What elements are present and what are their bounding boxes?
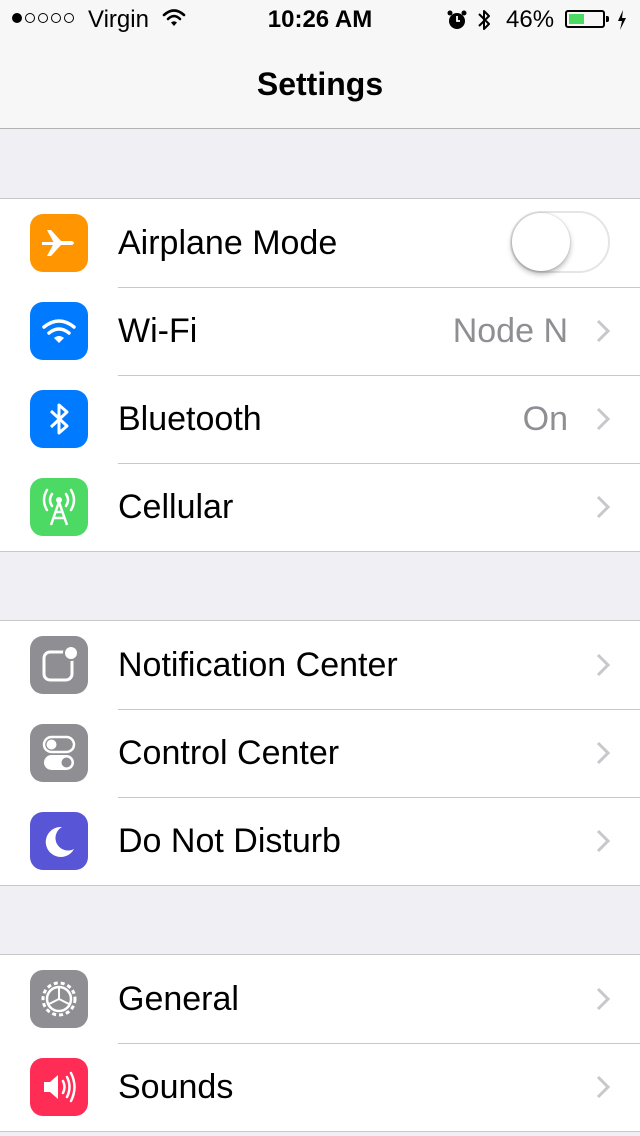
- row-label: Airplane Mode: [118, 224, 338, 262]
- chevron-right-icon: [596, 741, 610, 765]
- row-label: General: [118, 980, 239, 1018]
- row-bluetooth[interactable]: Bluetooth On: [0, 375, 640, 463]
- alarm-icon: [447, 10, 467, 29]
- row-do-not-disturb[interactable]: Do Not Disturb: [0, 797, 640, 885]
- cellular-antenna-icon: [30, 478, 88, 536]
- gear-icon: [30, 970, 88, 1028]
- page-title: Settings: [256, 66, 384, 102]
- row-general[interactable]: General: [0, 955, 640, 1043]
- chevron-right-icon: [596, 829, 610, 853]
- chevron-right-icon: [596, 653, 610, 677]
- bluetooth-status: On: [522, 400, 568, 438]
- row-notification-center[interactable]: Notification Center: [0, 621, 640, 709]
- battery-fill: [569, 14, 584, 24]
- bluetooth-icon: [30, 390, 88, 448]
- settings-group-connectivity: Airplane Mode Wi-Fi Node N Bluetooth On: [0, 198, 640, 552]
- chevron-right-icon: [596, 1075, 610, 1099]
- control-center-icon: [30, 724, 88, 782]
- row-label: Bluetooth: [118, 400, 262, 438]
- row-label: Do Not Disturb: [118, 822, 341, 860]
- battery-icon: [565, 10, 609, 28]
- wifi-network-name: Node N: [452, 312, 568, 350]
- settings-group-general: General Sounds: [0, 954, 640, 1132]
- charging-bolt-icon: [618, 10, 626, 30]
- status-bar: Virgin 10:26 AM 46%: [0, 0, 640, 40]
- row-label: Wi-Fi: [118, 312, 198, 350]
- top-bar: Virgin 10:26 AM 46% Settings: [0, 0, 640, 129]
- row-sounds[interactable]: Sounds: [0, 1043, 640, 1131]
- airplane-icon: [30, 214, 88, 272]
- chevron-right-icon: [596, 495, 610, 519]
- chevron-right-icon: [596, 319, 610, 343]
- settings-group-centers: Notification Center Control Center Do No…: [0, 620, 640, 886]
- row-control-center[interactable]: Control Center: [0, 709, 640, 797]
- row-airplane-mode[interactable]: Airplane Mode: [0, 199, 640, 287]
- row-label: Cellular: [118, 488, 234, 526]
- speaker-icon: [30, 1058, 88, 1116]
- row-label: Sounds: [118, 1068, 234, 1106]
- row-wifi[interactable]: Wi-Fi Node N: [0, 287, 640, 375]
- moon-icon: [30, 812, 88, 870]
- airplane-mode-toggle[interactable]: [510, 211, 610, 273]
- row-label: Notification Center: [118, 646, 398, 684]
- row-label: Control Center: [118, 734, 340, 772]
- row-cellular[interactable]: Cellular: [0, 463, 640, 551]
- battery-percent: 46%: [506, 6, 555, 33]
- bluetooth-status-icon: [478, 10, 490, 30]
- chevron-right-icon: [596, 987, 610, 1011]
- wifi-icon: [30, 302, 88, 360]
- chevron-right-icon: [596, 407, 610, 431]
- notification-center-icon: [30, 636, 88, 694]
